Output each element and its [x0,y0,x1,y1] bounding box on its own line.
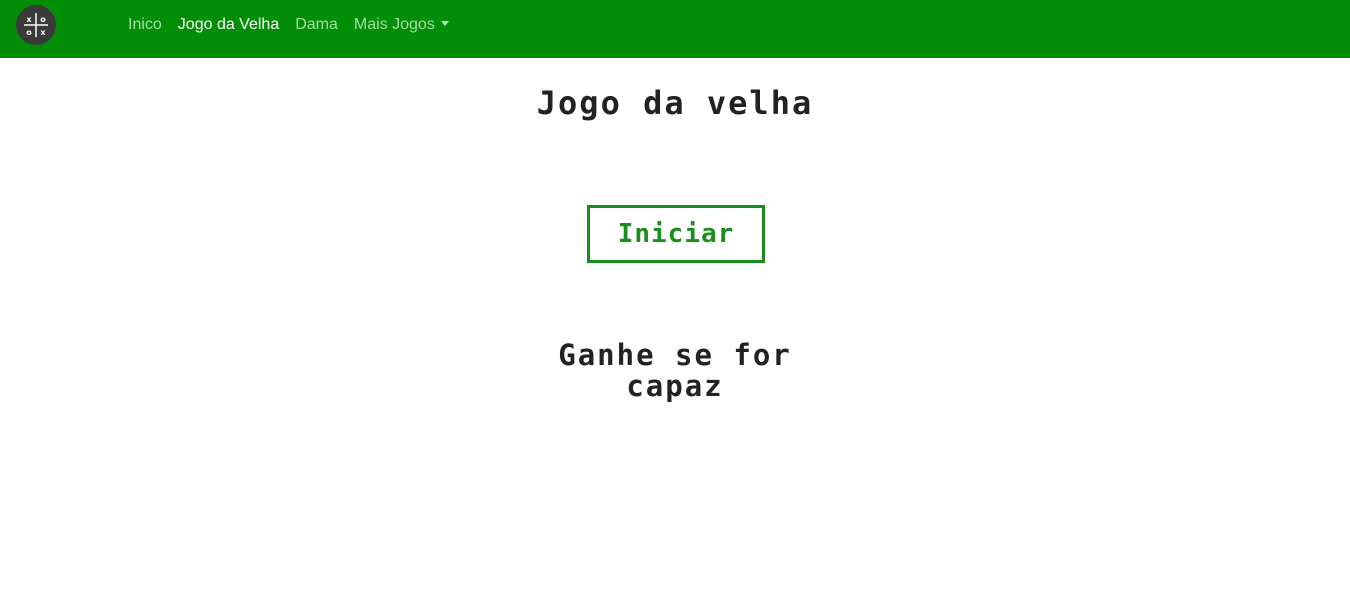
nav-dropdown-mais-jogos[interactable]: Mais Jogos [354,15,449,34]
start-button[interactable]: Iniciar [587,205,765,263]
svg-text:x: x [26,15,32,24]
nav-link-dama[interactable]: Dama [295,15,338,34]
page-title: Jogo da velha [536,84,814,122]
svg-text:x: x [40,28,46,37]
tagline: Ganhe se for capaz [558,338,792,403]
svg-text:o: o [40,15,46,24]
nav-link-inicio[interactable]: Inico [128,15,162,34]
caret-down-icon [440,21,449,26]
svg-text:o: o [26,28,32,37]
nav-links: Inico Jogo da Velha Dama Mais Jogos [128,15,465,34]
nav-link-jogo-da-velha[interactable]: Jogo da Velha [178,15,279,34]
tic-tac-toe-icon[interactable]: x o o x [16,5,56,45]
nav-dropdown-label: Mais Jogos [353,16,435,33]
navbar: x o o x Inico Jogo da Velha Dama Mais Jo… [0,0,1350,58]
